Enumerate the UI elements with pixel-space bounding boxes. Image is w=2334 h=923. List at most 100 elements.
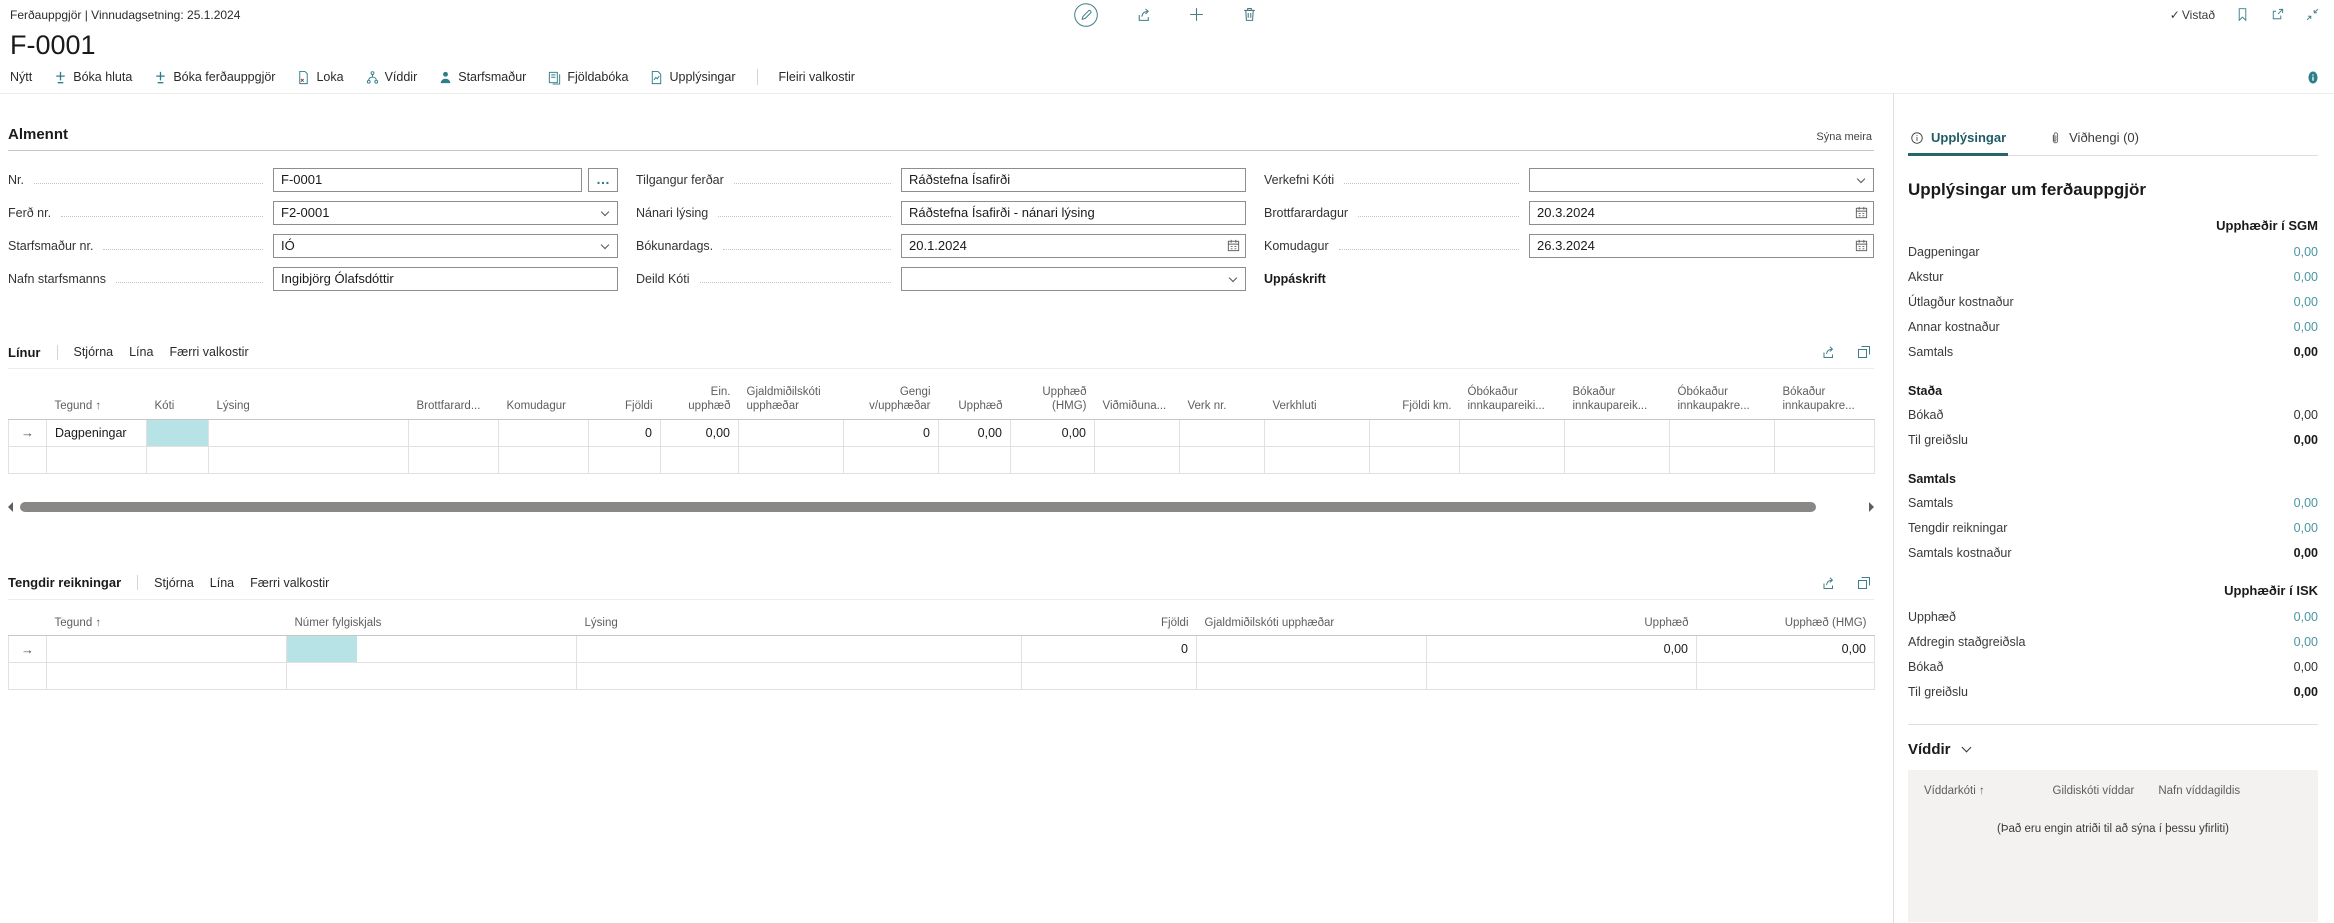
empty-cell[interactable]: [1197, 663, 1427, 690]
cell-gjaldmidilskoti[interactable]: [739, 419, 844, 446]
empty-cell[interactable]: [1565, 446, 1670, 473]
general-section-title[interactable]: Almennt: [8, 126, 68, 143]
ferd-nr-input[interactable]: [273, 201, 618, 225]
fact-value[interactable]: 0,00: [2294, 320, 2318, 334]
share-icon[interactable]: [1820, 575, 1836, 591]
cell-upphaed-hmg[interactable]: 0,00: [1011, 419, 1095, 446]
scrollbar-thumb[interactable]: [20, 502, 1816, 512]
cell-gjaldmidilskoti[interactable]: [1197, 636, 1427, 663]
column-header-komudagur[interactable]: Komudagur: [499, 369, 589, 419]
new-icon[interactable]: [1188, 6, 1205, 23]
empty-cell[interactable]: [147, 446, 209, 473]
starfsmadur-nr-input[interactable]: [273, 234, 618, 258]
viddir-column-gildiskoti[interactable]: Gildiskóti víddar: [2053, 784, 2159, 799]
scroll-right-arrow[interactable]: [1869, 502, 1874, 512]
viddir-section-header[interactable]: Víddir: [1908, 724, 2318, 758]
empty-cell[interactable]: [9, 663, 47, 690]
fact-value[interactable]: 0,00: [2294, 610, 2318, 624]
column-header-fjoldi-km[interactable]: Fjöldi km.: [1370, 369, 1460, 419]
empty-cell[interactable]: [47, 663, 287, 690]
column-header-verk-nr[interactable]: Verk nr.: [1180, 369, 1265, 419]
column-header-lysing[interactable]: Lýsing: [209, 369, 409, 419]
empty-cell[interactable]: [1775, 446, 1875, 473]
fact-value[interactable]: 0,00: [2294, 245, 2318, 259]
column-header-vidmiduna[interactable]: Viðmiðuna...: [1095, 369, 1180, 419]
open-in-new-window-icon[interactable]: [1856, 575, 1872, 591]
verkefni-koti-input[interactable]: [1529, 168, 1874, 192]
cell-lysing[interactable]: [577, 636, 1022, 663]
column-header-upphaed[interactable]: Upphæð: [939, 369, 1011, 419]
lines-row-empty[interactable]: [9, 446, 1875, 473]
collapse-icon[interactable]: [2305, 7, 2320, 22]
action-post-expense-report[interactable]: Bóka ferðauppgjör: [153, 70, 275, 85]
komudagur-input[interactable]: [1529, 234, 1874, 258]
fact-value[interactable]: 0,00: [2294, 270, 2318, 284]
column-header-obokadur-innkaupareikningur[interactable]: Óbókaður innkaupareiki...: [1460, 369, 1565, 419]
column-header-bokadur-innkaupakredit[interactable]: Bókaður innkaupakre...: [1775, 369, 1875, 419]
related-row-empty[interactable]: [9, 663, 1875, 690]
fact-value[interactable]: 0,00: [2294, 295, 2318, 309]
nr-assist-button[interactable]: …: [588, 168, 618, 192]
empty-cell[interactable]: [1670, 446, 1775, 473]
lines-manage-menu[interactable]: Stjórna: [74, 345, 114, 359]
brottfarardagur-input[interactable]: [1529, 201, 1874, 225]
cell-vidmiduna[interactable]: [1095, 419, 1180, 446]
action-dimensions[interactable]: Víddir: [365, 70, 418, 85]
row-selector[interactable]: →: [9, 419, 47, 446]
nanari-lysing-input[interactable]: [901, 201, 1246, 225]
cell-lysing[interactable]: [209, 419, 409, 446]
action-batch-post[interactable]: Fjöldabóka: [547, 70, 628, 85]
column-header-tegund[interactable]: Tegund ↑: [47, 600, 287, 636]
cell-bokadur-innkaupakredit[interactable]: [1775, 419, 1875, 446]
cell-tegund[interactable]: Dagpeningar: [47, 419, 147, 446]
column-header-fjoldi[interactable]: Fjöldi: [589, 369, 661, 419]
bokunardags-input[interactable]: [901, 234, 1246, 258]
show-more-link[interactable]: Sýna meira: [1816, 131, 1872, 143]
empty-cell[interactable]: [661, 446, 739, 473]
empty-cell[interactable]: [1697, 663, 1875, 690]
empty-cell[interactable]: [739, 446, 844, 473]
column-header-verkhluti[interactable]: Verkhluti: [1265, 369, 1370, 419]
action-employee[interactable]: Starfsmaður: [438, 70, 526, 85]
fact-value[interactable]: 0,00: [2294, 521, 2318, 535]
cell-komudagur[interactable]: [499, 419, 589, 446]
edit-icon[interactable]: [1073, 2, 1099, 28]
action-close[interactable]: Loka: [296, 70, 343, 85]
cell-verkhluti[interactable]: [1265, 419, 1370, 446]
cell-obokadur-innkaupakredit[interactable]: [1670, 419, 1775, 446]
cell-upphaed[interactable]: 0,00: [1427, 636, 1697, 663]
lines-line-menu[interactable]: Lína: [129, 345, 153, 359]
cell-fjoldi-km[interactable]: [1370, 419, 1460, 446]
column-header-upphaed-hmg[interactable]: Upphæð (HMG): [1011, 369, 1095, 419]
empty-cell[interactable]: [499, 446, 589, 473]
column-header-gjaldmidilskoti[interactable]: Gjaldmiðilskóti upphæðar: [739, 369, 844, 419]
column-header-koti[interactable]: Kóti: [147, 369, 209, 419]
cell-verk-nr[interactable]: [1180, 419, 1265, 446]
empty-cell[interactable]: [1180, 446, 1265, 473]
empty-cell[interactable]: [1427, 663, 1697, 690]
info-icon[interactable]: [2306, 70, 2320, 85]
column-header-ein-upphaed[interactable]: Ein. upphæð: [661, 369, 739, 419]
row-selector[interactable]: →: [9, 636, 47, 663]
cell-brottfarard[interactable]: [409, 419, 499, 446]
empty-cell[interactable]: [1460, 446, 1565, 473]
cell-fjoldi[interactable]: 0: [589, 419, 661, 446]
column-header-lysing[interactable]: Lýsing: [577, 600, 1022, 636]
cell-fjoldi[interactable]: 0: [1022, 636, 1197, 663]
tab-vidhengi[interactable]: Viðhengi (0): [2046, 130, 2141, 156]
share-icon[interactable]: [1820, 344, 1836, 360]
empty-cell[interactable]: [1095, 446, 1180, 473]
column-header-upphaed[interactable]: Upphæð: [1427, 600, 1697, 636]
cell-koti-selected[interactable]: [147, 419, 209, 446]
column-header-numer-fylgiskjals[interactable]: Númer fylgiskjals: [287, 600, 577, 636]
share-icon[interactable]: [1135, 6, 1152, 23]
nafn-starfsmanns-input[interactable]: [273, 267, 618, 291]
action-new[interactable]: Nýtt: [10, 70, 32, 84]
action-information[interactable]: Upplýsingar: [649, 70, 735, 85]
open-in-new-window-icon[interactable]: [1856, 344, 1872, 360]
column-header-tegund[interactable]: Tegund ↑: [47, 369, 147, 419]
scrollbar-track[interactable]: [20, 502, 1862, 512]
viddir-column-nafn[interactable]: Nafn víddagildis: [2158, 784, 2302, 799]
deild-koti-input[interactable]: [901, 267, 1246, 291]
column-header-bokadur-innkaupareikningur[interactable]: Bókaður innkaupareik...: [1565, 369, 1670, 419]
